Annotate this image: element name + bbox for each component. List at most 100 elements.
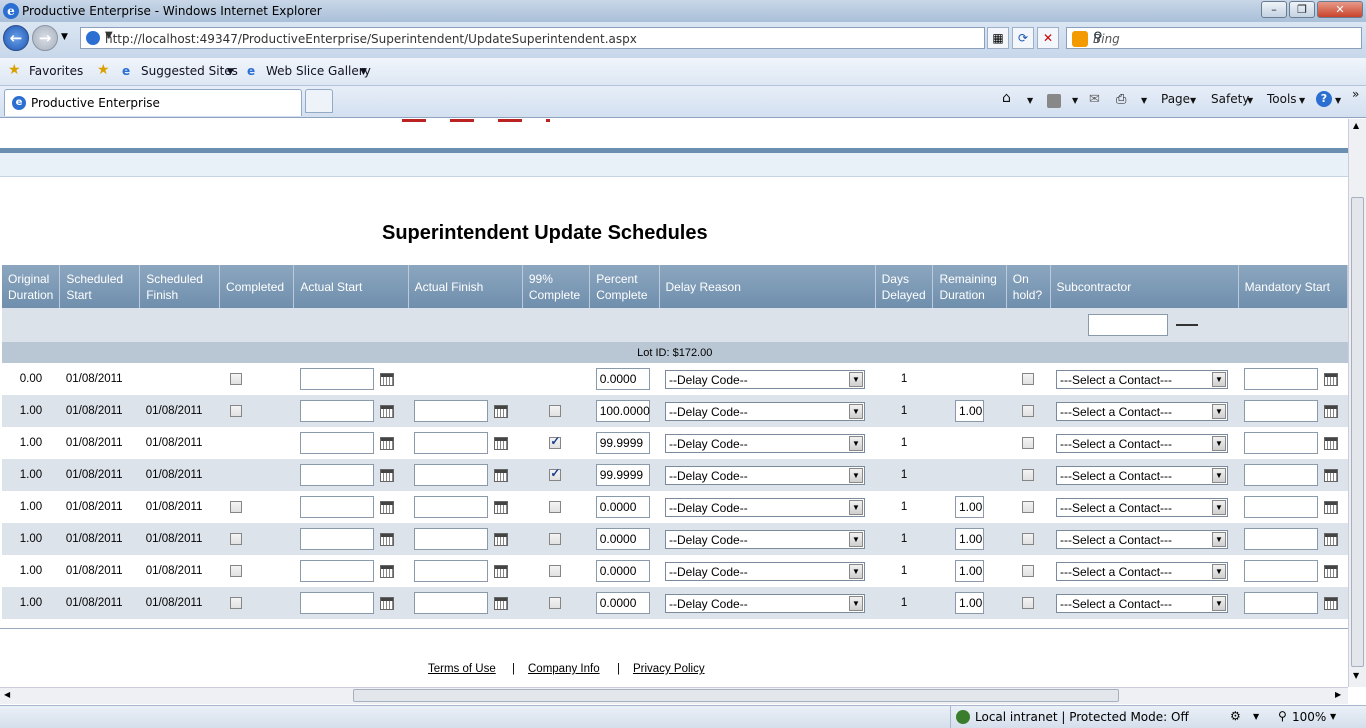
calendar-icon[interactable] [494, 468, 509, 482]
on-hold-checkbox[interactable] [1022, 372, 1035, 385]
chevron-down-icon[interactable]: ▼ [1212, 595, 1226, 611]
chevron-down-icon[interactable]: ▼ [1212, 371, 1226, 387]
chevron-down-icon[interactable]: ▼ [1212, 467, 1226, 483]
mandatory-start-input[interactable] [1244, 432, 1319, 454]
remaining-duration-input[interactable]: 1.00 [954, 560, 984, 582]
actual-start-input[interactable] [299, 432, 374, 454]
calendar-icon[interactable] [379, 596, 394, 610]
mandatory-start-input[interactable] [1244, 400, 1319, 422]
stop-button[interactable]: ✕ [1037, 27, 1059, 49]
feeds-dropdown-icon[interactable]: ▼ [1072, 96, 1078, 105]
mail-icon[interactable]: ✉ [1089, 92, 1100, 107]
remaining-duration-input[interactable]: 1.00 [954, 592, 984, 614]
minimize-button[interactable]: – [1261, 1, 1287, 18]
percent-complete-input[interactable]: 100.0000 [595, 400, 650, 422]
tab-productive-enterprise[interactable]: e Productive Enterprise [4, 89, 302, 116]
actual-start-input[interactable] [299, 368, 374, 390]
chevron-down-icon[interactable]: ▼ [849, 435, 863, 451]
calendar-icon[interactable] [494, 564, 509, 578]
99-complete-checkbox[interactable] [549, 532, 562, 545]
completed-checkbox[interactable] [229, 404, 242, 417]
safety-dropdown-icon[interactable]: ▼ [1247, 96, 1253, 105]
completed-checkbox[interactable] [229, 596, 242, 609]
actual-start-input[interactable] [299, 560, 374, 582]
protected-dropdown-icon[interactable]: ▼ [1253, 712, 1259, 721]
scroll-up-icon[interactable]: ▲ [1353, 121, 1359, 130]
calendar-icon[interactable] [1324, 564, 1339, 578]
percent-complete-input[interactable]: 0.0000 [595, 496, 650, 518]
maximize-button[interactable]: ❐ [1289, 1, 1315, 18]
mandatory-start-input[interactable] [1244, 528, 1319, 550]
calendar-icon[interactable] [494, 404, 509, 418]
subcontractor-select[interactable]: ---Select a Contact--- ▼ [1056, 593, 1228, 613]
compatibility-view-button[interactable]: ▦ [987, 27, 1009, 49]
safety-menu[interactable]: Safety [1211, 92, 1249, 106]
99-complete-checkbox[interactable] [549, 434, 562, 449]
actual-finish-input[interactable] [414, 464, 489, 486]
mandatory-start-input[interactable] [1244, 464, 1319, 486]
vertical-scroll-thumb[interactable] [1351, 197, 1364, 667]
actual-finish-input[interactable] [414, 496, 489, 518]
calendar-icon[interactable] [494, 500, 509, 514]
actual-start-input[interactable] [299, 592, 374, 614]
actual-start-input[interactable] [299, 496, 374, 518]
on-hold-checkbox[interactable] [1022, 436, 1035, 449]
chevron-down-icon[interactable]: ▼ [849, 371, 863, 387]
actual-finish-input[interactable] [414, 560, 489, 582]
remaining-duration-input[interactable]: 1.00 [954, 528, 984, 550]
chevron-down-icon[interactable]: ▼ [1212, 531, 1226, 547]
remaining-duration-input[interactable]: 1.00 [954, 400, 984, 422]
delay-reason-select[interactable]: --Delay Code-- ▼ [665, 401, 865, 421]
delay-reason-select[interactable]: --Delay Code-- ▼ [665, 369, 865, 389]
on-hold-checkbox[interactable] [1022, 500, 1035, 513]
remaining-duration-input[interactable]: 1.00 [954, 496, 984, 518]
actual-finish-input[interactable] [414, 432, 489, 454]
chevron-down-icon[interactable]: ▼ [849, 595, 863, 611]
delay-reason-select[interactable]: --Delay Code-- ▼ [665, 497, 865, 517]
percent-complete-input[interactable]: 99.9999 [595, 464, 650, 486]
calendar-icon[interactable] [494, 436, 509, 450]
calendar-icon[interactable] [379, 372, 394, 386]
page-menu[interactable]: Page [1161, 92, 1190, 106]
mandatory-start-input[interactable] [1244, 368, 1319, 390]
security-zone-status[interactable]: Local intranet | Protected Mode: Off [975, 710, 1189, 724]
chevron-more-icon[interactable]: » [1352, 87, 1359, 101]
99-complete-checkbox[interactable] [549, 596, 562, 609]
actual-finish-input[interactable] [414, 592, 489, 614]
delay-reason-select[interactable]: --Delay Code-- ▼ [665, 529, 865, 549]
chevron-down-icon[interactable]: ▼ [1212, 435, 1226, 451]
print-dropdown-icon[interactable]: ▼ [1141, 96, 1147, 105]
calendar-icon[interactable] [379, 500, 394, 514]
chevron-down-icon[interactable]: ▼ [849, 499, 863, 515]
99-complete-checkbox[interactable] [549, 500, 562, 513]
scroll-left-icon[interactable]: ◀ [4, 690, 10, 699]
calendar-icon[interactable] [1324, 436, 1339, 450]
actual-start-input[interactable] [299, 464, 374, 486]
delay-reason-select[interactable]: --Delay Code-- ▼ [665, 433, 865, 453]
mandatory-start-input[interactable] [1244, 592, 1319, 614]
zoom-dropdown-icon[interactable]: ▼ [1330, 712, 1336, 721]
percent-complete-input[interactable]: 99.9999 [595, 432, 650, 454]
chevron-down-icon[interactable]: ▼ [849, 563, 863, 579]
chevron-down-icon[interactable]: ▼ [849, 531, 863, 547]
back-button[interactable]: ← [3, 25, 29, 51]
zoom-level[interactable]: 100% [1292, 710, 1326, 724]
actual-start-input[interactable] [299, 528, 374, 550]
address-dropdown-icon[interactable]: ▼ [105, 30, 980, 41]
calendar-icon[interactable] [1324, 596, 1339, 610]
close-window-button[interactable]: ✕ [1317, 1, 1363, 18]
tools-menu[interactable]: Tools [1267, 92, 1297, 106]
actual-start-input[interactable] [299, 400, 374, 422]
calendar-icon[interactable] [1324, 468, 1339, 482]
subcontractor-select[interactable]: ---Select a Contact--- ▼ [1056, 529, 1228, 549]
calendar-icon[interactable] [379, 468, 394, 482]
search-icon[interactable]: ⚲ [1093, 30, 1353, 45]
completed-checkbox[interactable] [229, 500, 242, 513]
subcontractor-select[interactable]: ---Select a Contact--- ▼ [1056, 465, 1228, 485]
calendar-icon[interactable] [1324, 500, 1339, 514]
on-hold-checkbox[interactable] [1022, 532, 1035, 545]
feeds-icon[interactable] [1047, 94, 1061, 108]
chevron-down-icon[interactable]: ▼ [849, 403, 863, 419]
calendar-icon[interactable] [1324, 532, 1339, 546]
99-complete-checkbox[interactable] [549, 564, 562, 577]
